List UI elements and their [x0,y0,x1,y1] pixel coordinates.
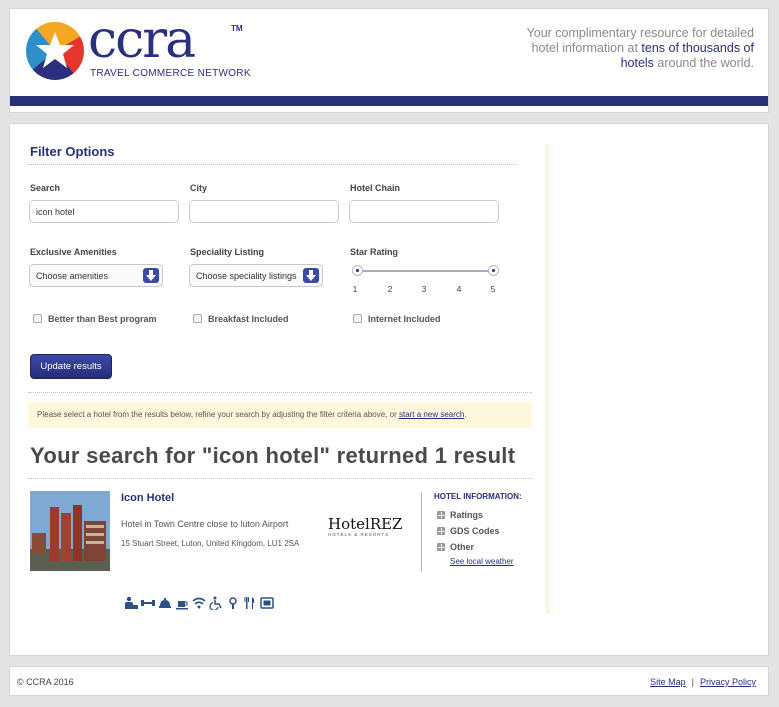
site-map-link[interactable]: Site Map [650,677,686,687]
search-input[interactable] [29,200,179,223]
hotel-photo[interactable] [30,491,110,571]
speciality-select[interactable]: Choose speciality listings [189,264,323,287]
search-content: Filter Options Search City Hotel Chain E… [28,124,555,624]
search-label: Search [30,183,61,193]
update-results-button[interactable]: Update results [30,354,112,379]
other-label: Other [450,542,475,552]
city-label: City [190,183,208,193]
speciality-label: Speciality Listing [190,247,265,257]
ratings-label: Ratings [450,510,484,520]
business-centre-icon [124,595,138,611]
speciality-select-value: Choose speciality listings [196,271,297,281]
room-service-icon [158,595,172,611]
star-tick: 5 [490,284,496,294]
breakfast-icon [175,595,189,611]
hotel-name-link[interactable]: Icon Hotel [121,492,174,504]
tagline: Your complimentary resource for detailed… [519,26,754,71]
internet-label[interactable]: Internet Included [368,314,441,324]
tv-icon [260,595,274,611]
city-input[interactable] [189,200,339,223]
expand-icon[interactable] [437,511,445,519]
hotel-address: 15 Stuart Street, Luton, United Kingdom,… [121,539,300,548]
fitness-icon [141,595,155,611]
gds-codes-label: GDS Codes [450,526,500,536]
wifi-icon [192,595,206,611]
notice-end: . [464,410,467,419]
star-tick: 3 [421,284,427,294]
expand-icon[interactable] [437,527,445,535]
amenities-select[interactable]: Choose amenities [29,264,163,287]
filter-title: Filter Options [30,144,115,159]
amenities-label: Exclusive Amenities [30,247,117,257]
slider-handle-min[interactable] [352,265,363,276]
restaurant-icon [243,595,257,611]
breakfast-checkbox[interactable] [193,314,202,323]
star-tick: 1 [352,284,358,294]
chevron-down-icon[interactable] [143,268,159,283]
chevron-down-icon[interactable] [303,268,319,283]
brand-wordmark: ccra [88,10,196,70]
hotelrez-logo: HotelREZ HOTELS & RESORTS [328,516,410,542]
chain-logo-text: HotelREZ [328,515,403,533]
hotel-description: Hotel in Town Centre close to luton Airp… [121,519,289,529]
footer-separator: | [691,677,694,687]
hotel-information-title: HOTEL INFORMATION: [434,492,522,501]
divider [28,478,532,479]
trademark: TM [231,24,243,33]
star-rating-label: Star Rating [350,247,399,257]
privacy-policy-link[interactable]: Privacy Policy [700,677,756,687]
see-local-weather-link[interactable]: See local weather [450,557,514,566]
accessible-icon [209,595,223,611]
amenities-select-value: Choose amenities [36,271,109,281]
brand-subtitle: TRAVEL COMMERCE NETWORK [90,68,251,79]
divider [28,164,516,165]
notice-text: Please select a hotel from the results b… [37,410,399,419]
expand-icon[interactable] [437,543,445,551]
ratings-toggle[interactable]: Ratings [437,510,483,520]
star-tick: 4 [456,284,462,294]
notice-banner: Please select a hotel from the results b… [28,402,532,428]
better-than-best-label[interactable]: Better than Best program [48,314,157,324]
star-rating-slider[interactable] [358,270,495,272]
gds-codes-toggle[interactable]: GDS Codes [437,526,500,536]
header-bar [10,96,768,106]
breakfast-label[interactable]: Breakfast Included [208,314,289,324]
site-footer: © CCRA 2016 Site Map | Privacy Policy [9,666,769,696]
star-logo-icon [26,22,84,80]
hotel-chain-input[interactable] [349,200,499,223]
results-heading: Your search for "icon hotel" returned 1 … [30,443,516,468]
hotel-chain-label: Hotel Chain [350,183,401,193]
vertical-divider [421,492,422,572]
tagline-end: around the world. [653,56,754,70]
star-tick: 2 [387,284,393,294]
divider [28,392,532,393]
footer-links: Site Map | Privacy Policy [650,677,756,687]
other-toggle[interactable]: Other [437,542,474,552]
main-panel: Filter Options Search City Hotel Chain E… [9,123,769,656]
meeting-icon [226,595,240,611]
internet-checkbox[interactable] [353,314,362,323]
copyright: © CCRA 2016 [17,677,74,687]
ccra-logo[interactable]: ccra TM TRAVEL COMMERCE NETWORK [26,14,256,92]
slider-handle-max[interactable] [488,265,499,276]
better-than-best-checkbox[interactable] [33,314,42,323]
amenity-icons [124,595,274,611]
site-header: ccra TM TRAVEL COMMERCE NETWORK Your com… [9,8,769,113]
start-new-search-link[interactable]: start a new search [399,410,464,419]
